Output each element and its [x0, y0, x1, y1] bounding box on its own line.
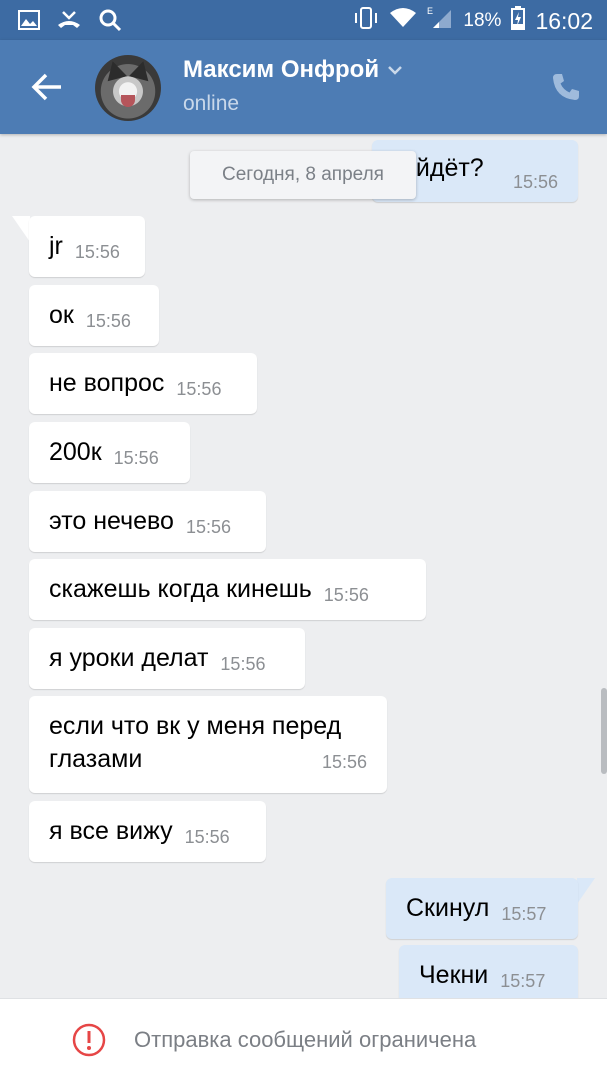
restricted-footer: Отправка сообщений ограничена: [0, 998, 607, 1081]
message-incoming[interactable]: я все вижу 15:56: [29, 801, 266, 862]
message-time: 15:56: [85, 311, 131, 331]
message-time: 15:57: [501, 904, 547, 924]
message-text: я все вижу: [49, 817, 173, 845]
message-incoming[interactable]: не вопрос 15:56: [29, 353, 257, 414]
message-time: 15:56: [220, 654, 266, 674]
chat-header: Максим Онфрой online: [0, 40, 607, 134]
message-list[interactable]: ойдёт? 15:56 Сегодня, 8 апреля jr 15:56 о…: [0, 134, 607, 998]
svg-text:E: E: [427, 6, 433, 16]
contact-status: online: [183, 92, 240, 115]
bubble-tail: [12, 216, 30, 242]
message-incoming[interactable]: ок 15:56: [29, 285, 159, 346]
gallery-icon: [18, 10, 40, 35]
message-time: 15:57: [500, 971, 546, 991]
message-text: jr: [49, 232, 63, 260]
message-time: 15:56: [185, 517, 231, 537]
message-text: не вопрос: [49, 369, 165, 397]
restriction-notice: Отправка сообщений ограничена: [134, 1027, 477, 1052]
contact-name[interactable]: Максим Онфрой: [183, 56, 403, 84]
scrollbar[interactable]: [601, 688, 607, 774]
call-button[interactable]: [551, 72, 581, 102]
message-incoming[interactable]: это нечево 15:56: [29, 491, 266, 552]
status-bar: E 18% 16:02: [0, 0, 607, 40]
vibrate-icon: [353, 6, 379, 36]
message-time: 15:56: [321, 752, 367, 772]
contact-name-text: Максим Онфрой: [183, 56, 380, 83]
message-time: 15:56: [74, 242, 120, 262]
message-time: 15:56: [176, 379, 222, 399]
message-time: 15:56: [323, 585, 369, 605]
back-button[interactable]: [30, 70, 64, 104]
message-outgoing[interactable]: Скинул 15:57: [386, 878, 578, 939]
avatar[interactable]: [95, 55, 161, 121]
message-text: Чекни: [419, 961, 489, 989]
message-outgoing[interactable]: Чекни 15:57: [399, 945, 578, 998]
missed-call-icon: [56, 9, 82, 36]
phone-icon: [553, 74, 579, 100]
message-incoming[interactable]: 200к 15:56: [29, 422, 190, 483]
warning-icon: [72, 1023, 106, 1057]
date-separator: Сегодня, 8 апреля: [190, 151, 416, 199]
battery-charging-icon: [511, 6, 526, 36]
bubble-tail: [577, 878, 595, 904]
wifi-icon: [389, 7, 417, 35]
message-text: я уроки делат: [49, 644, 209, 672]
signal-icon: E: [427, 6, 453, 36]
arrow-left-icon: [31, 73, 61, 101]
message-text: это нечево: [49, 507, 174, 535]
search-icon: [98, 8, 122, 37]
message-incoming[interactable]: если что вк у меня перед глазами 15:56: [29, 696, 387, 793]
chevron-down-icon: [388, 66, 402, 75]
message-text: ок: [49, 301, 74, 329]
clock: 16:02: [535, 7, 593, 34]
message-text: Скинул: [406, 894, 490, 922]
message-time: 15:56: [184, 827, 230, 847]
message-incoming[interactable]: я уроки делат 15:56: [29, 628, 305, 689]
message-time: 15:56: [113, 448, 159, 468]
message-time: 15:56: [512, 172, 558, 192]
message-text: скажешь когда кинешь: [49, 575, 312, 603]
message-incoming[interactable]: jr 15:56: [29, 216, 145, 277]
message-incoming[interactable]: скажешь когда кинешь 15:56: [29, 559, 426, 620]
battery-percent: 18%: [463, 10, 502, 31]
message-text: 200к: [49, 438, 102, 466]
